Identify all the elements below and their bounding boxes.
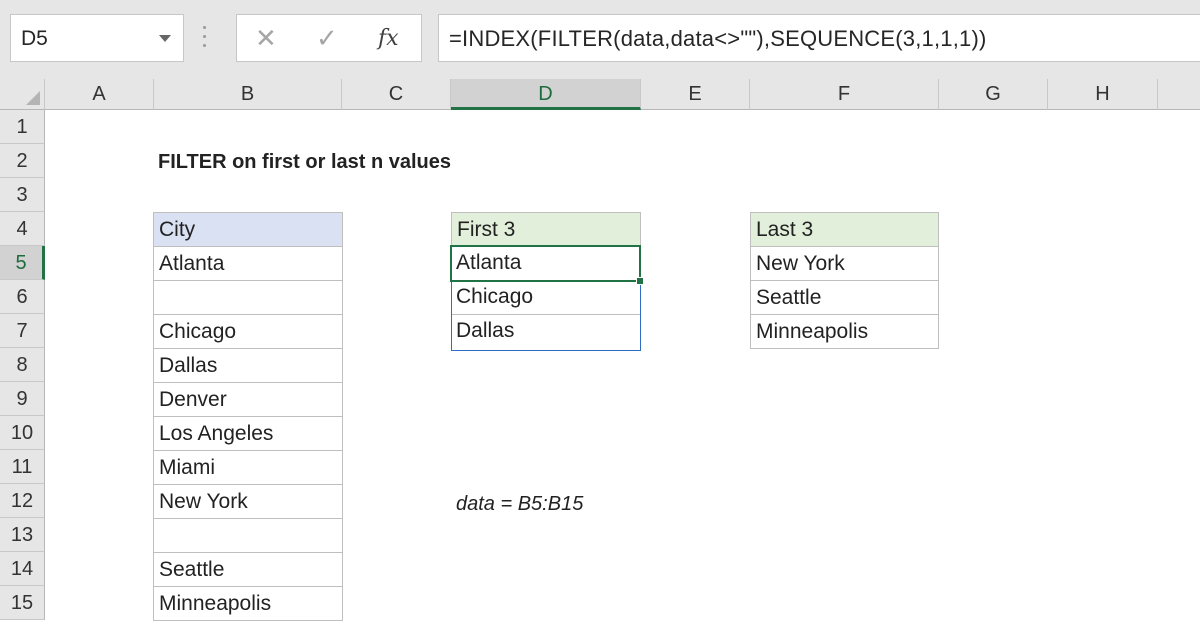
city-cell[interactable]: New York [153,484,343,519]
city-cell[interactable]: Seattle [153,552,343,587]
row-header-4[interactable]: 4 [0,212,45,246]
select-all-triangle-icon [26,91,40,105]
city-cell[interactable]: Minneapolis [153,586,343,621]
first-3-header[interactable]: First 3 [451,212,641,247]
column-header-b[interactable]: B [154,79,342,110]
last-3-header[interactable]: Last 3 [750,212,939,247]
column-header-d[interactable]: D [451,79,641,110]
worksheet-grid[interactable]: A B C D E F G H 1 2 3 4 5 6 7 8 9 10 11 … [0,79,1200,630]
fill-handle[interactable] [636,277,644,285]
active-cell-border [450,245,641,282]
city-cell[interactable]: Denver [153,382,343,417]
last-3-cell[interactable]: New York [750,246,939,281]
city-cell[interactable]: Chicago [153,314,343,349]
name-box-value: D5 [21,27,48,50]
formula-input[interactable]: =INDEX(FILTER(data,data<>""),SEQUENCE(3,… [438,14,1200,62]
city-cell[interactable]: Atlanta [153,246,343,281]
row-header-15[interactable]: 15 [0,586,45,620]
row-header-2[interactable]: 2 [0,144,45,178]
row-header-7[interactable]: 7 [0,314,45,348]
cancel-icon[interactable]: ✕ [255,23,277,53]
column-header-e[interactable]: E [641,79,750,110]
row-header-10[interactable]: 10 [0,416,45,450]
sheet-title[interactable]: FILTER on first or last n values [158,151,451,174]
column-header-a[interactable]: A [45,79,154,110]
last-3-cell[interactable]: Seattle [750,280,939,315]
row-header-14[interactable]: 14 [0,552,45,586]
row-header-3[interactable]: 3 [0,178,45,212]
row-header-1[interactable]: 1 [0,110,45,144]
drag-handle-icon[interactable] [203,26,207,52]
last-3-cell[interactable]: Minneapolis [750,314,939,349]
row-header-9[interactable]: 9 [0,382,45,416]
formula-text: =INDEX(FILTER(data,data<>""),SEQUENCE(3,… [449,26,987,51]
row-header-6[interactable]: 6 [0,280,45,314]
row-header-8[interactable]: 8 [0,348,45,382]
named-range-note[interactable]: data = B5:B15 [456,493,583,516]
column-header-f[interactable]: F [750,79,939,110]
row-header-11[interactable]: 11 [0,450,45,484]
enter-icon[interactable]: ✓ [316,23,338,53]
name-box[interactable]: D5 [10,14,184,62]
chevron-down-icon[interactable] [159,35,171,42]
city-header[interactable]: City [153,212,343,247]
row-header-13[interactable]: 13 [0,518,45,552]
city-cell[interactable]: Los Angeles [153,416,343,451]
row-header-12[interactable]: 12 [0,484,45,518]
insert-function-icon[interactable]: fx [378,24,399,54]
column-header-h[interactable]: H [1048,79,1158,110]
city-cell[interactable] [153,518,343,553]
column-header-next[interactable] [1158,79,1200,110]
row-header-5[interactable]: 5 [0,246,45,280]
city-cell[interactable] [153,280,343,315]
select-all-button[interactable] [0,79,45,110]
column-header-g[interactable]: G [939,79,1048,110]
formula-buttons: ✕ ✓ fx [236,14,422,62]
formula-bar: D5 ✕ ✓ fx =INDEX(FILTER(data,data<>""),S… [0,0,1200,79]
city-cell[interactable]: Miami [153,450,343,485]
city-cell[interactable]: Dallas [153,348,343,383]
column-header-c[interactable]: C [342,79,451,110]
